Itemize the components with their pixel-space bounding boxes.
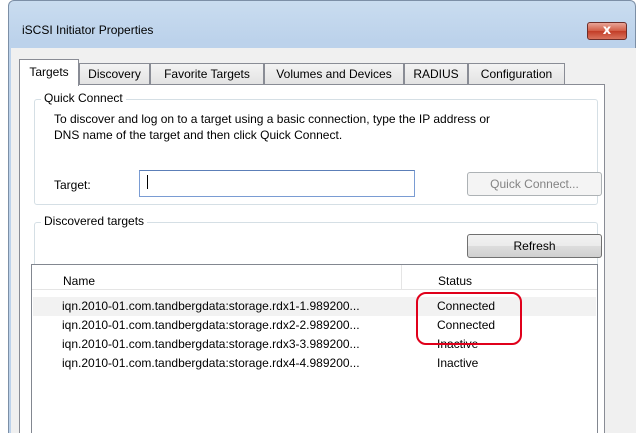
quick-connect-button[interactable]: Quick Connect... <box>467 172 602 196</box>
target-name: iqn.2010-01.com.tandbergdata:storage.rdx… <box>62 337 360 351</box>
text-caret <box>147 175 148 189</box>
quick-connect-description-line2: DNS name of the target and then click Qu… <box>54 128 343 142</box>
target-label: Target: <box>54 178 91 192</box>
list-header: Name Status <box>32 265 597 290</box>
target-input[interactable] <box>139 170 415 197</box>
quick-connect-group-label: Quick Connect <box>41 91 126 105</box>
discovered-targets-group-label: Discovered targets <box>41 214 148 228</box>
title-bar[interactable]: iSCSI Initiator Properties x <box>9 1 635 40</box>
close-button[interactable]: x <box>587 22 627 40</box>
quick-connect-description-line1: To discover and log on to a target using… <box>54 112 491 126</box>
tab-targets[interactable]: Targets <box>19 59 79 86</box>
tab-favorite-targets[interactable]: Favorite Targets <box>150 63 264 84</box>
target-status: Inactive <box>437 356 479 370</box>
target-name: iqn.2010-01.com.tandbergdata:storage.rdx… <box>62 356 360 370</box>
tab-radius[interactable]: RADIUS <box>404 63 468 84</box>
table-row[interactable]: iqn.2010-01.com.tandbergdata:storage.rdx… <box>33 354 596 373</box>
target-name: iqn.2010-01.com.tandbergdata:storage.rdx… <box>62 299 360 313</box>
targets-list[interactable]: Name Status iqn.2010-01.com.tandbergdata… <box>31 264 598 433</box>
target-name: iqn.2010-01.com.tandbergdata:storage.rdx… <box>62 318 360 332</box>
tab-discovery[interactable]: Discovery <box>79 63 150 84</box>
close-icon: x <box>602 23 612 38</box>
column-header-name[interactable]: Name <box>63 274 95 288</box>
tab-configuration[interactable]: Configuration <box>468 63 565 84</box>
column-separator[interactable] <box>401 265 402 289</box>
tab-volumes-and-devices[interactable]: Volumes and Devices <box>264 63 404 84</box>
column-header-status[interactable]: Status <box>438 274 472 288</box>
refresh-button[interactable]: Refresh <box>467 234 602 258</box>
connected-status-highlight <box>416 292 522 345</box>
window-title: iSCSI Initiator Properties <box>22 23 154 37</box>
